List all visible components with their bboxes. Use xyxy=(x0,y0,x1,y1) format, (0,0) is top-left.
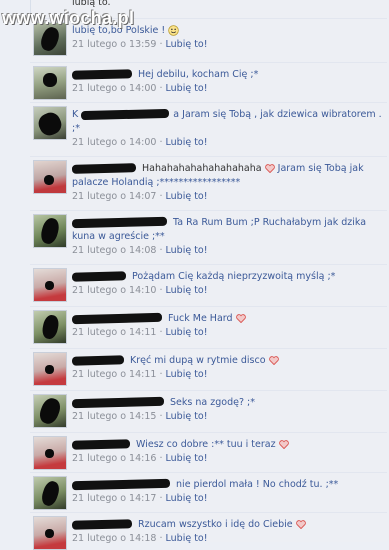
meta-separator: · xyxy=(159,245,163,256)
like-link[interactable]: Lubię to! xyxy=(166,191,208,202)
comment-meta: 21 lutego o 14:00 · Lubię to! xyxy=(72,136,382,150)
avatar[interactable] xyxy=(33,268,67,302)
like-link[interactable]: Lubię to! xyxy=(166,533,208,544)
comment-text: Hej debilu, kocham Cię ;* xyxy=(138,69,259,80)
like-link[interactable]: Lubię to! xyxy=(166,369,208,380)
avatar[interactable] xyxy=(33,106,67,140)
comment-item: K a Jaram się Tobą , jak dziewica wibrat… xyxy=(30,102,387,157)
heart-emoticon-icon xyxy=(295,520,306,529)
comment-timestamp[interactable]: 21 lutego o 14:11 xyxy=(72,327,156,338)
meta-separator: · xyxy=(159,137,163,148)
heart-emoticon-icon xyxy=(264,164,275,173)
comment-timestamp[interactable]: 21 lutego o 14:07 xyxy=(72,191,156,202)
comment-meta: 21 lutego o 14:15 · Lubię to! xyxy=(72,410,382,424)
site-watermark: www.wiocha.pl xyxy=(2,8,135,28)
redacted-author[interactable] xyxy=(71,478,171,491)
like-link[interactable]: Lubię to! xyxy=(166,137,208,148)
like-link[interactable]: Lubię to! xyxy=(166,411,208,422)
comment-timestamp[interactable]: 21 lutego o 14:15 xyxy=(72,411,156,422)
comment-item: Rzucam wszystko i idę do Ciebie 21 luteg… xyxy=(30,512,387,550)
comment-item: Hahahahahahahahahaha Jaram się Tobą jak … xyxy=(30,156,387,211)
avatar[interactable] xyxy=(33,66,67,100)
comment-timestamp[interactable]: 21 lutego o 13:59 xyxy=(72,39,156,50)
heart-emoticon-icon xyxy=(235,314,246,323)
meta-separator: · xyxy=(159,369,163,380)
comment-timestamp[interactable]: 21 lutego o 14:10 xyxy=(72,285,156,296)
like-link[interactable]: Lubię to! xyxy=(166,453,208,464)
redacted-author[interactable] xyxy=(71,69,133,80)
comment-timestamp[interactable]: 21 lutego o 14:00 xyxy=(72,137,156,148)
avatar[interactable] xyxy=(33,516,67,550)
comment-meta: 21 lutego o 14:08 · Lubię to! xyxy=(72,244,382,258)
meta-separator: · xyxy=(159,533,163,544)
comment-item: nie pierdol mała ! No chodź tu. ;** 21 l… xyxy=(30,472,387,513)
comment-meta: 21 lutego o 14:11 · Lubię to! xyxy=(72,326,382,340)
redacted-author[interactable] xyxy=(71,396,165,409)
redacted-author[interactable] xyxy=(71,163,137,174)
comment-meta: 21 lutego o 14:16 · Lubię to! xyxy=(72,452,382,466)
meta-separator: · xyxy=(159,285,163,296)
comment-text: Seks na zgodę? ;* xyxy=(170,397,255,408)
avatar[interactable] xyxy=(33,476,67,510)
comment-text: Hahahahahahahahahaha xyxy=(142,163,262,174)
comment-item: Hej debilu, kocham Cię ;* 21 lutego o 14… xyxy=(30,62,387,103)
meta-separator: · xyxy=(159,411,163,422)
redacted-author[interactable] xyxy=(71,519,133,530)
like-link[interactable]: Lubię to! xyxy=(166,39,208,50)
avatar[interactable] xyxy=(33,160,67,194)
like-link[interactable]: Lubię to! xyxy=(166,245,208,256)
redacted-author[interactable] xyxy=(71,216,168,229)
comment-meta: 21 lutego o 14:11 · Lubię to! xyxy=(72,368,382,382)
avatar[interactable] xyxy=(33,436,67,470)
redacted-author[interactable] xyxy=(81,108,170,121)
like-link[interactable]: Lubię to! xyxy=(166,285,208,296)
comment-author[interactable]: K xyxy=(72,108,78,122)
meta-separator: · xyxy=(159,83,163,94)
comment-text: Wiesz co dobre :** tuu i teraz xyxy=(136,439,276,450)
smile-emoticon-icon xyxy=(168,25,179,36)
redacted-author[interactable] xyxy=(71,439,131,450)
meta-separator: · xyxy=(159,39,163,50)
meta-separator: · xyxy=(159,191,163,202)
meta-separator: · xyxy=(159,453,163,464)
avatar[interactable] xyxy=(33,214,67,248)
comment-item: Seks na zgodę? ;* 21 lutego o 14:15 · Lu… xyxy=(30,390,387,433)
meta-separator: · xyxy=(159,493,163,504)
comment-item: Fuck Me Hard 21 lutego o 14:11 · Lubię t… xyxy=(30,306,387,349)
comment-meta: 21 lutego o 14:18 · Lubię to! xyxy=(72,532,382,546)
redacted-author[interactable] xyxy=(71,312,163,325)
heart-emoticon-icon xyxy=(278,440,289,449)
comment-timestamp[interactable]: 21 lutego o 14:17 xyxy=(72,493,156,504)
comment-meta: 21 lutego o 13:59 · Lubię to! xyxy=(72,38,382,52)
comment-timestamp[interactable]: 21 lutego o 14:08 xyxy=(72,245,156,256)
avatar[interactable] xyxy=(33,394,67,428)
comment-text: Fuck Me Hard xyxy=(168,313,233,324)
comment-meta: 21 lutego o 14:17 · Lubię to! xyxy=(72,492,382,506)
avatar[interactable] xyxy=(33,352,67,386)
comment-text: Rzucam wszystko i idę do Ciebie xyxy=(138,519,293,530)
comment-meta: 21 lutego o 14:07 · Lubię to! xyxy=(72,190,382,204)
redacted-author[interactable] xyxy=(71,355,125,366)
comment-item: Ta Ra Rum Bum ;P Ruchałabym jak dzika ku… xyxy=(30,210,387,265)
meta-separator: · xyxy=(159,327,163,338)
comment-timestamp[interactable]: 21 lutego o 14:16 xyxy=(72,453,156,464)
comment-item: Pożądam Cię każdą nieprzyzwoitą myślą ;*… xyxy=(30,264,387,307)
like-link[interactable]: Lubię to! xyxy=(166,83,208,94)
avatar[interactable] xyxy=(33,310,67,344)
heart-emoticon-icon xyxy=(268,356,279,365)
comment-timestamp[interactable]: 21 lutego o 14:18 xyxy=(72,533,156,544)
comment-meta: 21 lutego o 14:10 · Lubię to! xyxy=(72,284,382,298)
comment-text: Kręć mi dupą w rytmie disco xyxy=(130,355,266,366)
comment-item: Kręć mi dupą w rytmie disco 21 lutego o … xyxy=(30,348,387,391)
like-link[interactable]: Lubię to! xyxy=(166,327,208,338)
comment-text: nie pierdol mała ! No chodź tu. ;** xyxy=(176,479,339,490)
comment-timestamp[interactable]: 21 lutego o 14:11 xyxy=(72,369,156,380)
comment-item: Wiesz co dobre :** tuu i teraz 21 lutego… xyxy=(30,432,387,473)
redacted-author[interactable] xyxy=(71,271,127,282)
comment-text: Pożądam Cię każdą nieprzyzwoitą myślą ;* xyxy=(132,271,336,282)
comment-timestamp[interactable]: 21 lutego o 14:00 xyxy=(72,83,156,94)
like-link[interactable]: Lubię to! xyxy=(166,493,208,504)
comment-meta: 21 lutego o 14:00 · Lubię to! xyxy=(72,82,382,96)
